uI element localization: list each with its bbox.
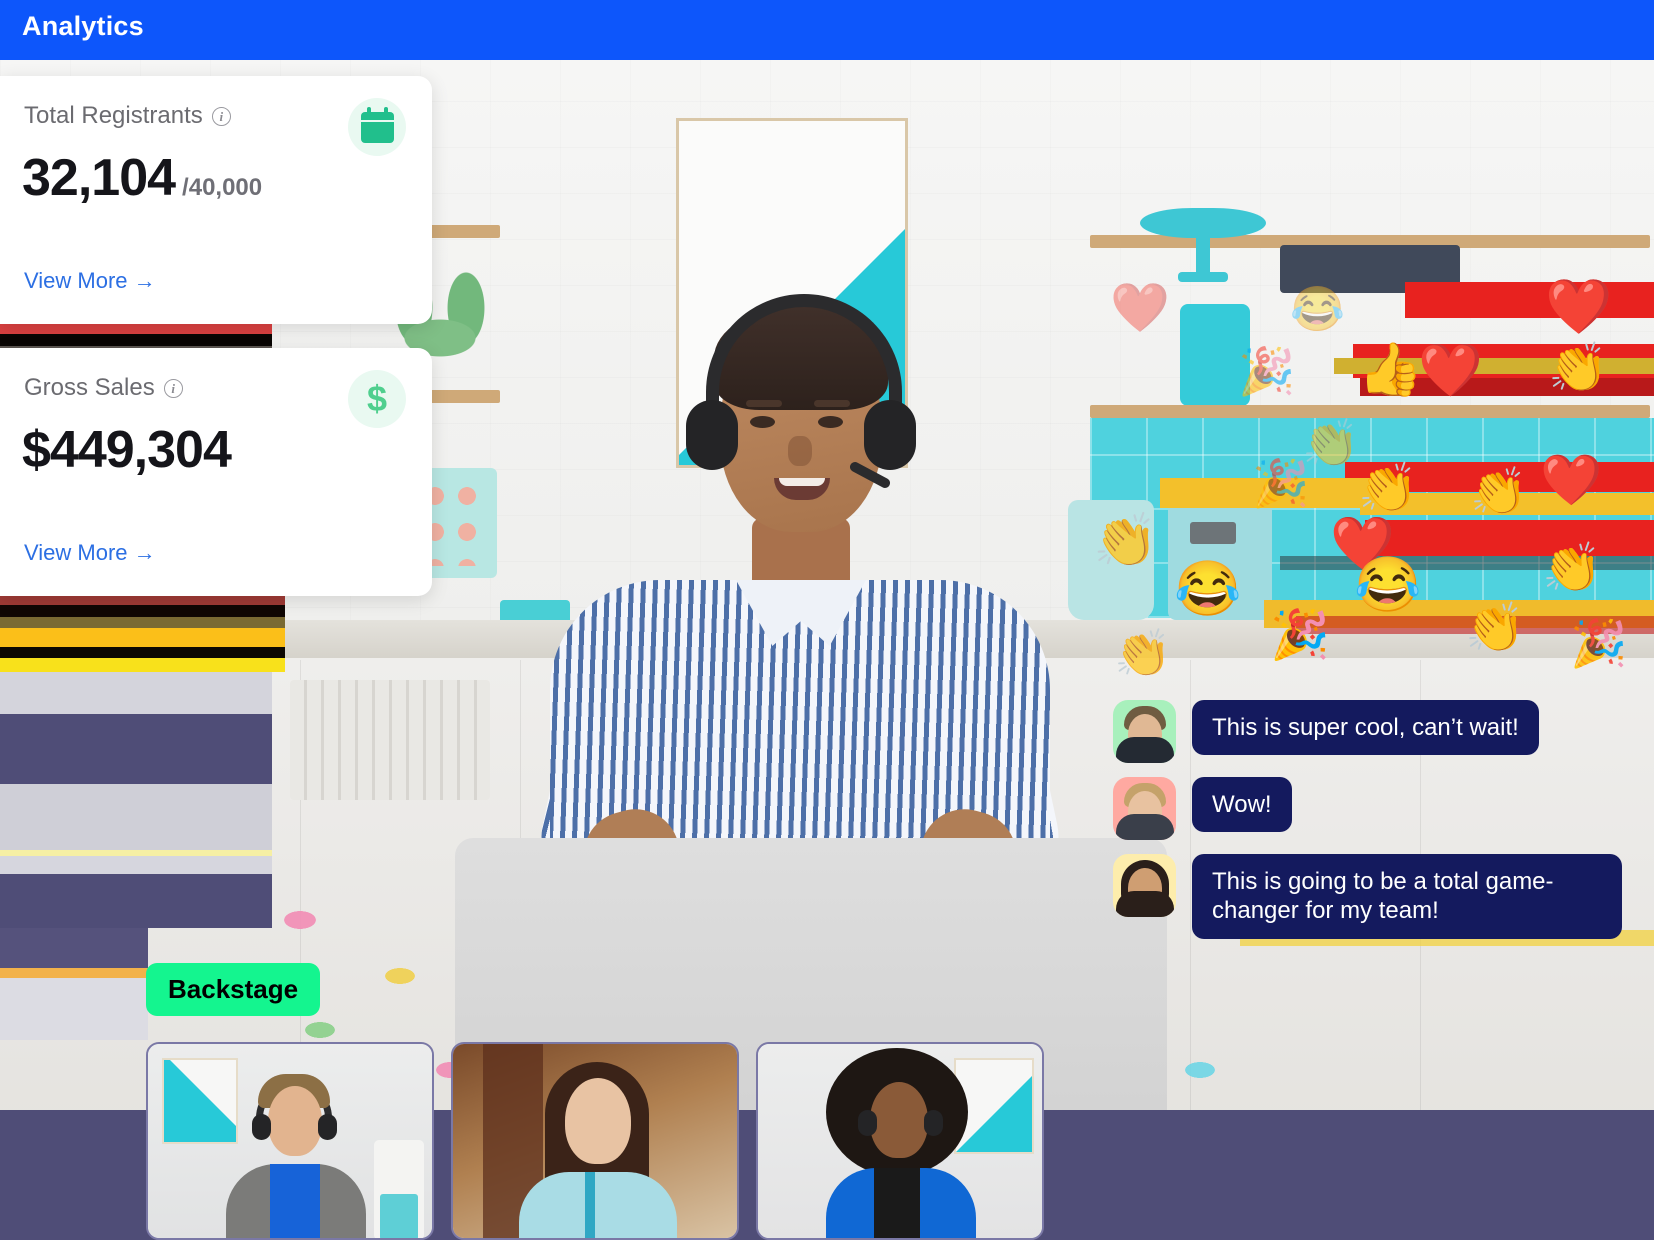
speaker-thumbnail-1[interactable] [146, 1042, 434, 1240]
heart-emoji-trail [1365, 520, 1654, 556]
card-label: Total Registrants [24, 102, 203, 129]
clap-emoji: 👏 [1358, 462, 1418, 515]
clap-emoji: 👏 [1114, 627, 1172, 679]
gross-sales-amount: $449,304 [22, 421, 232, 479]
calendar-icon [348, 98, 406, 156]
chat-bubble: Wow! [1192, 777, 1292, 833]
page-title: Analytics [22, 11, 144, 41]
dollar-sign-icon: $ [348, 370, 406, 428]
clap-emoji: 👏 [1093, 512, 1158, 570]
gross-sales-card[interactable]: Gross Sales i $ $449,304 View More → [0, 348, 432, 596]
arrow-right-icon: → [133, 540, 156, 565]
party-popper-emoji: 🎉 [1570, 617, 1628, 669]
speaker-thumbnail-2[interactable] [451, 1042, 739, 1240]
view-more-label: View More [24, 268, 128, 293]
card-header: Gross Sales i [24, 374, 183, 402]
attendee-avatar-2[interactable] [1113, 777, 1176, 840]
speaker-thumbnail-strip [146, 1042, 1044, 1240]
heart-emoji: ❤️ [1418, 342, 1483, 400]
card-value: 32,104 /40,000 [22, 148, 262, 208]
clap-emoji: 👏 [1470, 465, 1528, 517]
clap-emoji: 👏 [1302, 417, 1360, 469]
thumbnail-wall-art [162, 1058, 238, 1144]
top-header-bar: Analytics [0, 0, 1654, 60]
clap-emoji: 👏 [1542, 542, 1602, 595]
card-header: Total Registrants i [24, 102, 231, 130]
party-popper-emoji: 🎉 [1238, 345, 1296, 397]
info-circle-icon[interactable]: i [163, 378, 183, 398]
joy-emoji: 😂 [1290, 285, 1345, 334]
heart-emoji: ❤️ [1110, 282, 1170, 335]
heart-emoji: ❤️ [1545, 277, 1613, 337]
view-more-link-sales[interactable]: View More → [24, 540, 156, 566]
heart-emoji: ❤️ [1540, 452, 1603, 508]
cake-stand [1140, 208, 1266, 282]
chat-message: Wow! [1113, 777, 1654, 840]
chat-bubble: This is super cool, can’t wait! [1192, 700, 1539, 756]
clap-emoji: 👏 [1548, 342, 1608, 395]
info-circle-icon[interactable]: i [211, 106, 231, 126]
presenter-figure [530, 250, 1070, 928]
clap-emoji: 👏 [1465, 602, 1525, 655]
speaker-thumbnail-3[interactable] [756, 1042, 1044, 1240]
joy-emoji: 😂 [1174, 559, 1242, 619]
total-registrants-card[interactable]: Total Registrants i 32,104 /40,000 View … [0, 76, 432, 324]
view-more-link-registrants[interactable]: View More → [24, 268, 156, 294]
registrants-count: 32,104 [22, 149, 176, 207]
joy-emoji: 😂 [1354, 555, 1422, 615]
heart-emoji-trail [1405, 282, 1654, 318]
arrow-right-icon: → [133, 268, 156, 293]
view-more-label: View More [24, 540, 128, 565]
chat-bubble: This is going to be a total game-changer… [1192, 854, 1622, 939]
card-value: $449,304 [22, 420, 238, 480]
registrants-goal: /40,000 [182, 174, 263, 201]
party-popper-emoji: 🎉 [1270, 609, 1330, 662]
attendee-avatar-1[interactable] [1113, 700, 1176, 763]
party-popper-emoji: 🎉 [1252, 457, 1310, 509]
card-label: Gross Sales [24, 374, 155, 401]
radiator [290, 680, 490, 800]
chat-message: This is super cool, can’t wait! [1113, 700, 1654, 763]
attendee-avatar-3[interactable] [1113, 854, 1176, 917]
chat-panel: This is super cool, can’t wait! Wow! Thi… [1113, 700, 1654, 953]
backstage-button[interactable]: Backstage [146, 963, 321, 1016]
right-shelf-lower [1090, 405, 1650, 418]
thumbs-up-emoji: 👍 [1358, 341, 1423, 399]
event-stage: ❤️ 😂 🎉 👍 ❤️ ❤️ 👏 👏 🎉 👏 👏 ❤️ 👏 ❤️ 👏 😂 😂 👏… [0, 0, 1654, 1240]
chat-message: This is going to be a total game-changer… [1113, 854, 1654, 939]
